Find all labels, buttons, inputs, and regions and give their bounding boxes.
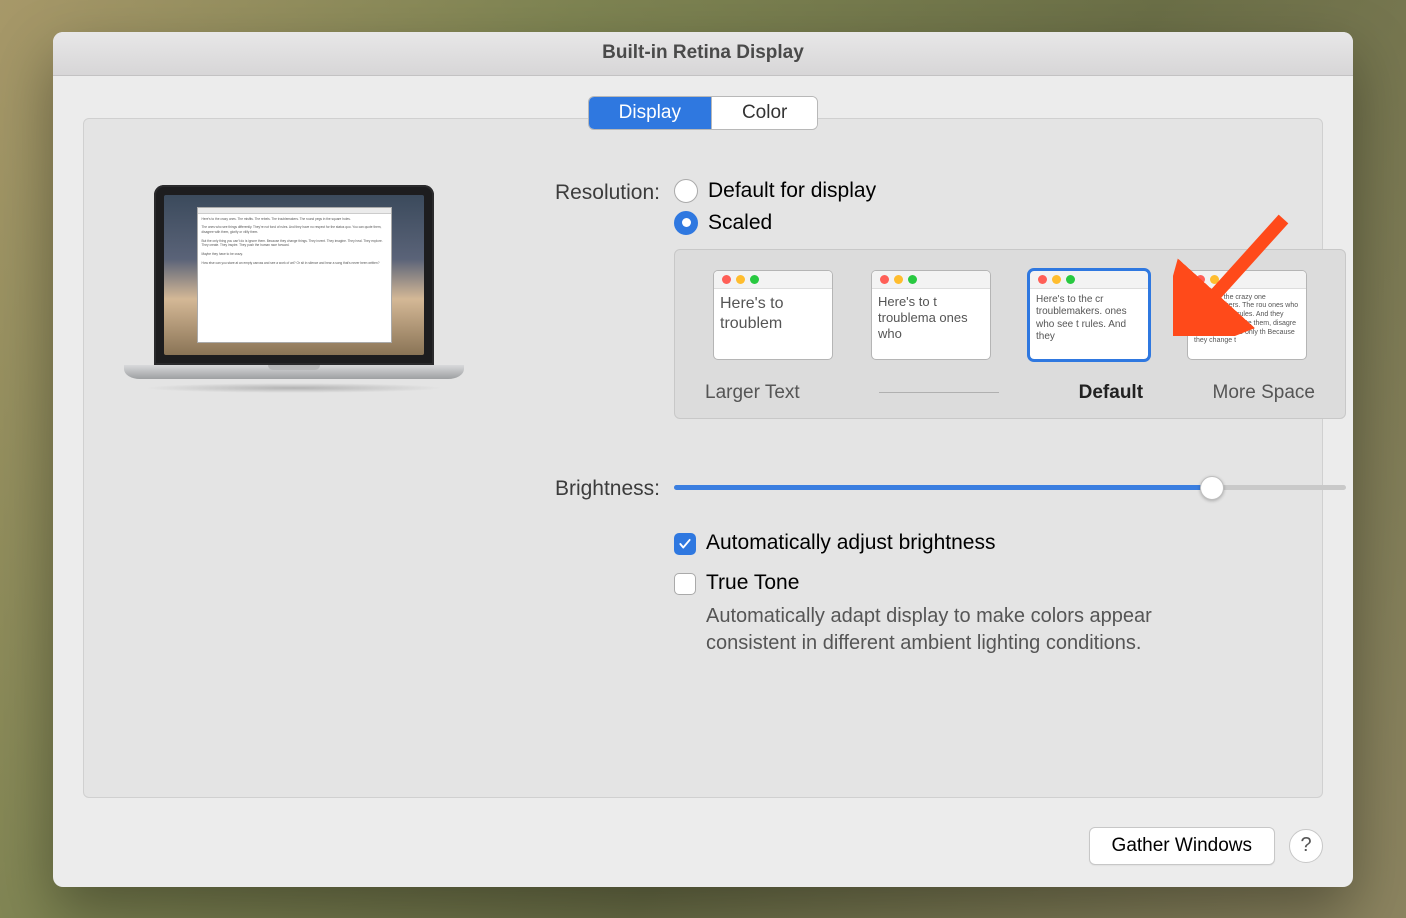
checkbox-icon	[674, 573, 696, 595]
slider-thumb-icon	[1200, 476, 1224, 500]
scale-option-2[interactable]: Here's to t troublema ones who	[867, 266, 995, 364]
checkbox-auto-brightness[interactable]: Automatically adjust brightness	[674, 531, 1346, 555]
gather-windows-button[interactable]: Gather Windows	[1089, 827, 1275, 865]
tab-segmented-control: Display Color	[588, 96, 819, 130]
scale-preview-3: Here's to the cr troublemakers. ones who…	[1030, 289, 1148, 349]
radio-default-for-display[interactable]: Default for display	[674, 179, 1346, 203]
tab-color[interactable]: Color	[711, 97, 817, 129]
scale-label-larger: Larger Text	[705, 382, 800, 404]
auto-brightness-label: Automatically adjust brightness	[706, 531, 995, 555]
radio-scaled-label: Scaled	[708, 211, 772, 235]
checkbox-true-tone[interactable]: True Tone	[674, 571, 1346, 595]
true-tone-label: True Tone	[706, 571, 799, 595]
display-preview: Here's to the crazy ones. The misfits. T…	[124, 185, 464, 405]
scale-preview-2: Here's to t troublema ones who	[872, 289, 990, 348]
radio-icon	[674, 179, 698, 203]
true-tone-description: Automatically adapt display to make colo…	[706, 603, 1176, 657]
window-content: Display Color Here's to the crazy ones. …	[53, 76, 1353, 887]
tab-display[interactable]: Display	[589, 97, 711, 129]
scale-preview-1: Here's to troublem	[714, 289, 832, 339]
checkbox-icon-checked	[674, 533, 696, 555]
annotation-arrow-icon	[1173, 206, 1303, 336]
scale-label-more: More Space	[1213, 382, 1315, 404]
scale-divider	[879, 392, 999, 393]
radio-icon-checked	[674, 211, 698, 235]
brightness-slider[interactable]	[674, 485, 1346, 490]
prefs-window: Built-in Retina Display Display Color He…	[53, 32, 1353, 887]
window-title: Built-in Retina Display	[602, 42, 804, 64]
scale-option-3[interactable]: Here's to the cr troublemakers. ones who…	[1025, 266, 1153, 364]
help-button[interactable]: ?	[1289, 829, 1323, 863]
brightness-label: Brightness:	[524, 475, 674, 501]
display-panel: Here's to the crazy ones. The misfits. T…	[83, 118, 1323, 798]
window-titlebar: Built-in Retina Display	[53, 32, 1353, 76]
scale-label-default: Default	[1079, 382, 1143, 404]
scale-option-1[interactable]: Here's to troublem	[709, 266, 837, 364]
resolution-label: Resolution:	[524, 179, 674, 205]
radio-default-label: Default for display	[708, 179, 876, 203]
